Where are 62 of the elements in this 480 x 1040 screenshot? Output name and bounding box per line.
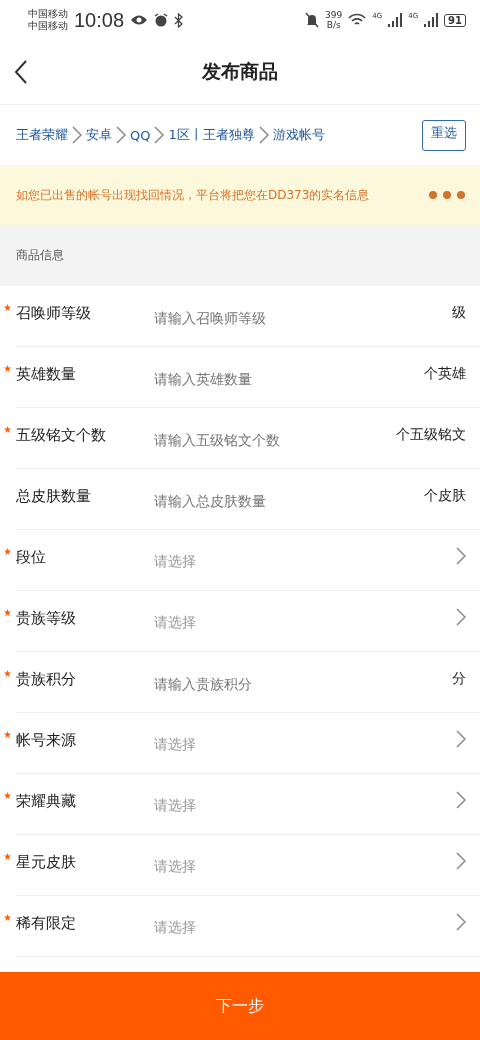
- select-field[interactable]: 请选择: [154, 736, 456, 754]
- bluetooth-icon: [174, 12, 184, 28]
- field-label: 召唤师等级: [16, 303, 92, 323]
- chevron-icon: [456, 791, 466, 809]
- page-title: 发布商品: [202, 59, 278, 84]
- notice-text: 如您已出售的帐号出现找回情况，平台将把您在DD373的实名信息: [16, 186, 371, 204]
- input-field[interactable]: 请输入总皮肤数量: [154, 489, 424, 513]
- field-label: 英雄数量: [16, 364, 77, 384]
- unit-label: 个皮肤: [424, 487, 466, 505]
- field-label: 总皮肤数量: [16, 486, 92, 506]
- breadcrumb-item[interactable]: QQ: [130, 127, 151, 143]
- chevron-icon: [456, 547, 466, 565]
- chevron-icon: [154, 126, 165, 144]
- breadcrumb-item[interactable]: 安卓: [86, 126, 112, 144]
- select-field[interactable]: 请选择: [154, 858, 456, 876]
- input-field[interactable]: 请输入贵族积分: [154, 672, 452, 696]
- section-title: 商品信息: [16, 247, 64, 264]
- field-label: 荣耀典藏: [16, 791, 77, 811]
- carrier-label: 中国移动: [28, 8, 68, 20]
- bell-muted-icon: [305, 12, 320, 28]
- field-label: 贵族等级: [16, 608, 77, 628]
- speed-label: B/s: [326, 20, 341, 30]
- battery-indicator: 91: [444, 13, 466, 27]
- wifi-icon: [348, 13, 367, 27]
- chevron-icon: [258, 126, 269, 144]
- unit-label: 级: [452, 304, 466, 322]
- chevron-icon: [456, 730, 466, 748]
- select-field[interactable]: 请选择: [154, 553, 456, 571]
- alarm-icon: [154, 13, 169, 27]
- more-icon[interactable]: [428, 190, 466, 200]
- eye-icon: [130, 14, 149, 26]
- field-label: 贵族积分: [16, 669, 77, 689]
- chevron-icon: [456, 913, 466, 931]
- select-field[interactable]: 请选择: [154, 919, 456, 937]
- unit-label: 个英雄: [424, 365, 466, 383]
- carrier-label: 中国移动: [28, 20, 68, 32]
- status-time: 10:08: [74, 8, 125, 32]
- unit-label: 个五级铭文: [396, 426, 466, 444]
- back-icon[interactable]: [14, 60, 28, 84]
- next-button[interactable]: 下一步: [0, 972, 480, 1040]
- unit-label: 分: [452, 670, 466, 688]
- signal-icon: [388, 13, 403, 27]
- select-field[interactable]: 请选择: [154, 797, 456, 815]
- input-field[interactable]: 请输入五级铭文个数: [154, 428, 396, 452]
- reselect-button[interactable]: 重选: [422, 119, 466, 151]
- chevron-icon: [456, 608, 466, 626]
- field-label: 五级铭文个数: [16, 425, 107, 445]
- input-field[interactable]: 请输入英雄数量: [154, 367, 424, 391]
- input-field[interactable]: 请输入召唤师等级: [154, 306, 452, 330]
- breadcrumb-item[interactable]: 游戏帐号: [272, 126, 325, 144]
- chevron-icon: [72, 126, 82, 144]
- chevron-icon: [116, 126, 126, 144]
- breadcrumb-item[interactable]: 王者荣耀: [16, 126, 68, 144]
- speed-label: 399: [325, 10, 343, 20]
- chevron-icon: [456, 852, 466, 870]
- field-label: 帐号来源: [16, 730, 77, 750]
- signal-icon: [424, 13, 439, 27]
- field-label: 星元皮肤: [16, 852, 77, 872]
- select-field[interactable]: 请选择: [154, 614, 456, 632]
- breadcrumb-item[interactable]: 1区丨王者独尊: [168, 126, 255, 144]
- field-label: 段位: [16, 547, 47, 567]
- field-label: 稀有限定: [16, 913, 77, 933]
